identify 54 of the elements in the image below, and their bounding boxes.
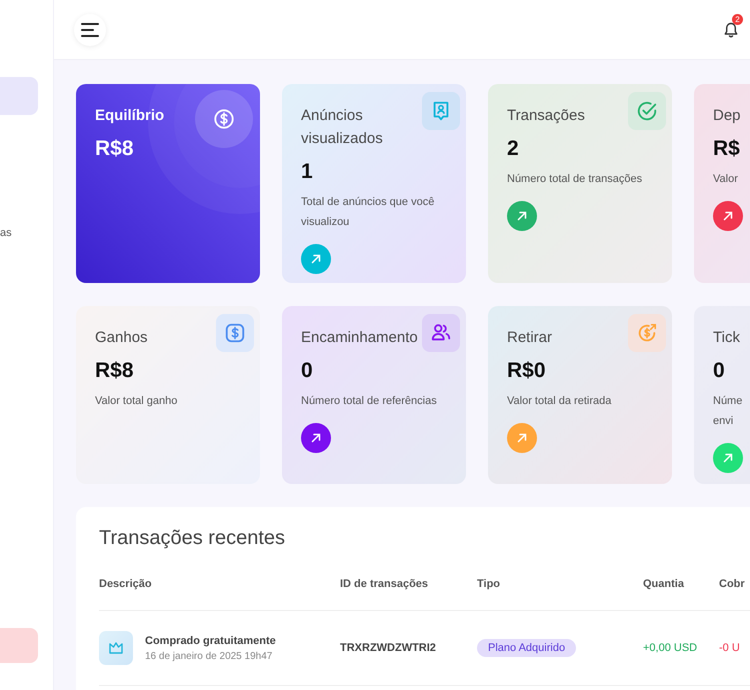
arrow-icon (722, 210, 734, 222)
column-header: Descrição (99, 570, 340, 611)
card-description: Núme envi (713, 394, 744, 429)
card-title: Encaminhamento (301, 328, 418, 348)
card-description: Número total de transações (507, 172, 642, 187)
transaction-description: Comprado gratuitamente (145, 634, 276, 646)
arrow-icon (722, 452, 734, 464)
card-value: R$8 (95, 359, 134, 383)
card-value: R$0 (507, 359, 546, 383)
type-tag: Plano Adquirido (477, 639, 576, 657)
notification-count: 2 (732, 14, 743, 24)
dollar-arrow-icon (636, 322, 658, 344)
arrow-icon (516, 210, 528, 222)
dollar-circle-icon (213, 108, 235, 130)
card-value: 1 (301, 160, 313, 184)
column-header: Tipo (477, 570, 643, 611)
card-title: Retirar (507, 328, 552, 348)
card-title: Tick (713, 328, 740, 348)
arrow-button[interactable] (507, 201, 537, 231)
table-cell: TRXRZWDZWTRI2 (340, 611, 477, 686)
card-description: Valor total da retirada (507, 394, 612, 409)
card-description: Número total de referências (301, 394, 437, 409)
arrow-button[interactable] (713, 201, 743, 231)
card-value: 0 (301, 359, 313, 383)
arrow-icon (310, 253, 322, 265)
dollar-square-icon (224, 322, 246, 344)
card-value: 2 (507, 137, 519, 161)
table-cell: -0 U (719, 611, 750, 686)
card-description: Total de anúncios que você visualizou (301, 195, 436, 230)
card-value: 0 (713, 359, 725, 383)
card-title: Anúncios visualizados (301, 106, 384, 149)
table-cell: +0,00 USD (643, 611, 719, 686)
arrow-icon (516, 432, 528, 444)
transaction-date: 16 de janeiro de 2025 19h47 (145, 650, 274, 662)
card-title: Equilíbrio (95, 106, 164, 126)
arrow-icon (310, 432, 322, 444)
menu-icon (81, 22, 99, 36)
column-header: Cobr (719, 570, 750, 611)
card-title: Transações (507, 106, 585, 126)
card-description: Valor total ganho (95, 394, 178, 409)
check-circle-icon (636, 100, 658, 122)
column-header: ID de transações (340, 570, 477, 611)
card-title: Dep (713, 106, 741, 126)
column-header: Quantia (643, 570, 719, 611)
bell-icon[interactable] (724, 22, 738, 38)
crown-icon (99, 631, 133, 665)
card-value: R$8 (95, 137, 134, 161)
sidebar-item[interactable]: as (0, 214, 38, 252)
card-title: Ganhos (95, 328, 148, 348)
menu-button[interactable] (74, 14, 106, 46)
arrow-button[interactable] (301, 423, 331, 453)
card-value: R$ (713, 137, 740, 161)
card-description: Valor (713, 172, 738, 187)
section-title: Transações recentes (99, 527, 286, 550)
